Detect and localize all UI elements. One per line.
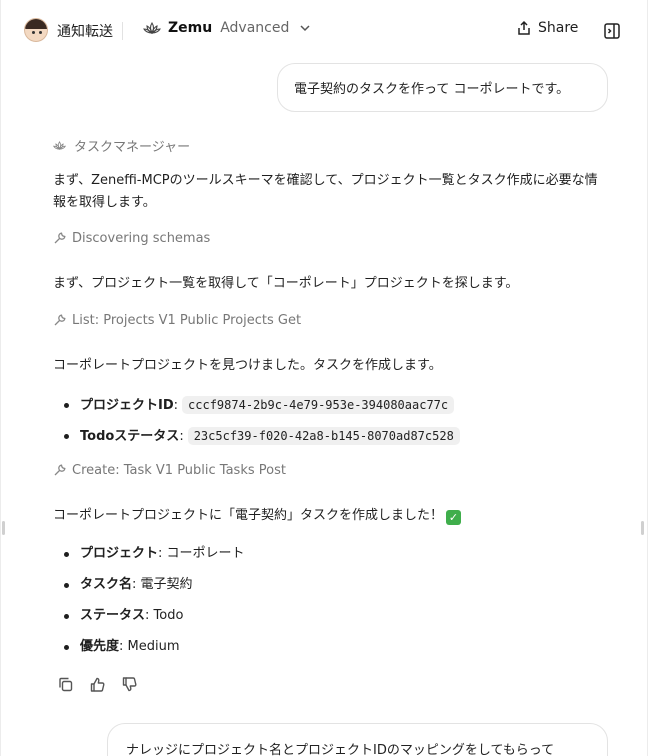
share-button[interactable]: Share — [516, 20, 578, 36]
inline-code: 23c5cf39-f020-42a8-b145-8070ad87c528 — [187, 427, 460, 445]
tool-call-list-projects[interactable]: List: Projects V1 Public Projects Get — [53, 310, 613, 330]
id-list: プロジェクトID: cccf9874-2b9c-4e79-953e-394080a… — [53, 394, 613, 447]
tool-call-discovering-schemas[interactable]: Discovering schemas — [53, 228, 613, 248]
tool-call-label: Create: Task V1 Public Tasks Post — [72, 462, 286, 478]
inline-code: cccf9874-2b9c-4e79-953e-394080aac77c — [182, 396, 455, 414]
item-label: タスク名 — [80, 577, 133, 592]
list-item: 優先度: Medium — [63, 636, 613, 658]
workspace-name[interactable]: 通知転送 — [57, 21, 113, 41]
wrench-icon — [54, 464, 66, 476]
avatar[interactable] — [24, 18, 48, 42]
assistant-message: タスクマネージャー まず、Zeneffi-MCPのツールスキーマを確認して、プロ… — [53, 134, 613, 658]
assistant-paragraph: コーポレートプロジェクトに「電子契約」タスクを作成しました！ ✓ — [53, 505, 613, 527]
sidebar-toggle-icon[interactable] — [603, 22, 621, 40]
model-name: Zemu — [168, 20, 213, 36]
lotus-icon — [143, 22, 161, 34]
result-text: コーポレートプロジェクトに「電子契約」タスクを作成しました！ — [53, 508, 444, 523]
user-message-text: 電子契約のタスクを作って コーポレートです。 — [294, 82, 570, 97]
item-label: プロジェクトID — [80, 398, 174, 413]
agent-header: タスクマネージャー — [53, 134, 613, 156]
list-item: Todoステータス: 23c5cf39-f020-42a8-b145-8070ad… — [63, 425, 613, 447]
list-item: プロジェクト: コーポレート — [63, 543, 613, 565]
item-value: Todo — [153, 608, 184, 623]
chevron-down-icon — [300, 25, 310, 32]
check-mark-icon: ✓ — [446, 510, 462, 525]
item-value: 電子契約 — [140, 577, 193, 592]
model-selector[interactable]: Zemu Advanced — [143, 20, 311, 36]
assistant-paragraph: まず、Zeneffi-MCPのツールスキーマを確認して、プロジェクト一覧とタスク… — [53, 173, 598, 210]
top-bar: 通知転送 Zemu Advanced Share — [0, 0, 648, 62]
user-message-bubble: 電子契約のタスクを作って コーポレートです。 — [277, 63, 608, 112]
list-item: プロジェクトID: cccf9874-2b9c-4e79-953e-394080a… — [63, 394, 613, 416]
share-icon — [518, 20, 530, 35]
model-tier: Advanced — [220, 20, 290, 36]
user-message-text: ナレッジにプロジェクト名とプロジェクトIDのマッピングをしてもらって — [126, 743, 555, 756]
tool-call-label: Discovering schemas — [72, 230, 211, 246]
wrench-icon — [54, 314, 66, 326]
right-resize-handle[interactable] — [641, 521, 644, 535]
share-label: Share — [538, 20, 579, 36]
message-actions — [57, 676, 138, 693]
header-divider — [122, 22, 123, 40]
copy-icon[interactable] — [57, 676, 74, 693]
user-message-bubble: ナレッジにプロジェクト名とプロジェクトIDのマッピングをしてもらって — [107, 723, 608, 756]
assistant-paragraph: まず、プロジェクト一覧を取得して「コーポレート」プロジェクトを探します。 — [53, 276, 519, 291]
list-item: ステータス: Todo — [63, 605, 613, 627]
item-value: コーポレート — [166, 546, 245, 561]
task-detail-list: プロジェクト: コーポレート タスク名: 電子契約 ステータス: Todo 優先… — [53, 543, 613, 658]
agent-name: タスクマネージャー — [74, 139, 191, 155]
item-label: Todoステータス — [80, 429, 180, 444]
lotus-icon — [53, 140, 66, 150]
left-resize-handle[interactable] — [2, 521, 5, 535]
list-item: タスク名: 電子契約 — [63, 574, 613, 596]
wrench-icon — [54, 232, 66, 244]
item-label: ステータス — [80, 608, 146, 623]
tool-call-label: List: Projects V1 Public Projects Get — [72, 312, 302, 328]
item-label: プロジェクト — [80, 546, 159, 561]
tool-call-create-task[interactable]: Create: Task V1 Public Tasks Post — [53, 460, 613, 480]
item-label: 優先度 — [80, 639, 120, 654]
assistant-paragraph: コーポレートプロジェクトを見つけました。タスクを作成します。 — [53, 358, 442, 373]
thumbs-down-icon[interactable] — [121, 676, 138, 693]
thumbs-up-icon[interactable] — [89, 676, 106, 693]
left-border — [0, 0, 1, 756]
item-value: Medium — [127, 639, 180, 654]
